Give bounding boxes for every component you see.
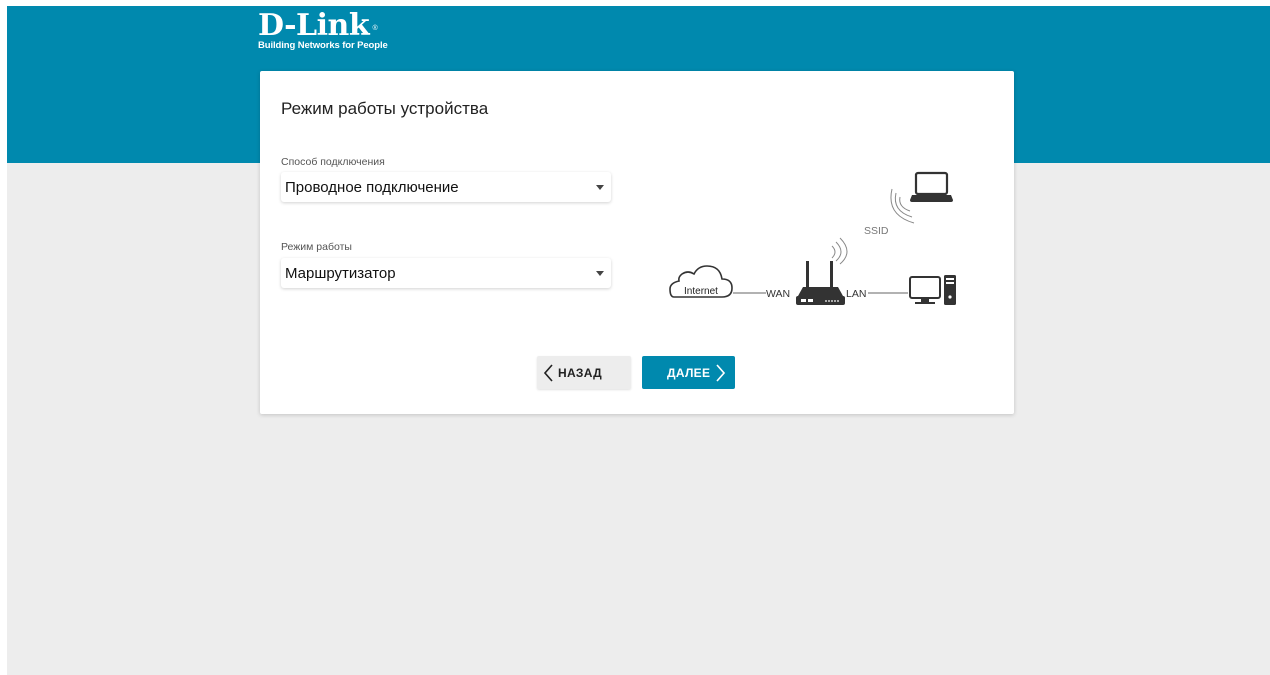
chevron-right-icon xyxy=(716,363,726,382)
dlink-logo[interactable]: D-Link ® Building Networks for People xyxy=(258,11,388,51)
operation-mode-select[interactable]: Маршрутизатор xyxy=(281,258,611,288)
logo-wordmark: D-Link ® xyxy=(258,8,378,43)
operation-mode-label: Режим работы xyxy=(281,241,352,253)
back-button-label: НАЗАД xyxy=(558,365,603,380)
connection-type-value: Проводное подключение xyxy=(285,179,459,196)
wifi-icon xyxy=(890,188,915,224)
caret-down-icon xyxy=(596,271,604,276)
back-button[interactable]: НАЗАД xyxy=(537,356,631,389)
router-icon xyxy=(796,261,845,305)
next-button[interactable]: ДАЛЕЕ xyxy=(642,356,735,389)
connection-type-label: Способ подключения xyxy=(281,156,385,168)
wan-label: WAN xyxy=(766,288,790,300)
chevron-left-icon xyxy=(544,363,553,382)
network-diagram: Internet WAN LAN SSID xyxy=(669,171,956,305)
wizard-card: Режим работы устройства Способ подключен… xyxy=(260,71,1014,414)
ssid-label: SSID xyxy=(864,225,889,237)
caret-down-icon xyxy=(596,185,604,190)
internet-label: Internet xyxy=(684,286,718,297)
logo-text: D-Link xyxy=(258,8,370,43)
page-title: Режим работы устройства xyxy=(281,99,489,118)
next-button-label: ДАЛЕЕ xyxy=(667,365,711,380)
page-viewport: D-Link ® Building Networks for People Ре… xyxy=(7,6,1270,675)
laptop-icon xyxy=(910,171,953,202)
operation-mode-value: Маршрутизатор xyxy=(285,265,396,282)
desktop-icon xyxy=(909,275,956,305)
wifi-icon xyxy=(831,237,848,265)
lan-label: LAN xyxy=(846,288,866,300)
registered-mark: ® xyxy=(372,25,378,32)
connection-type-select[interactable]: Проводное подключение xyxy=(281,172,611,202)
